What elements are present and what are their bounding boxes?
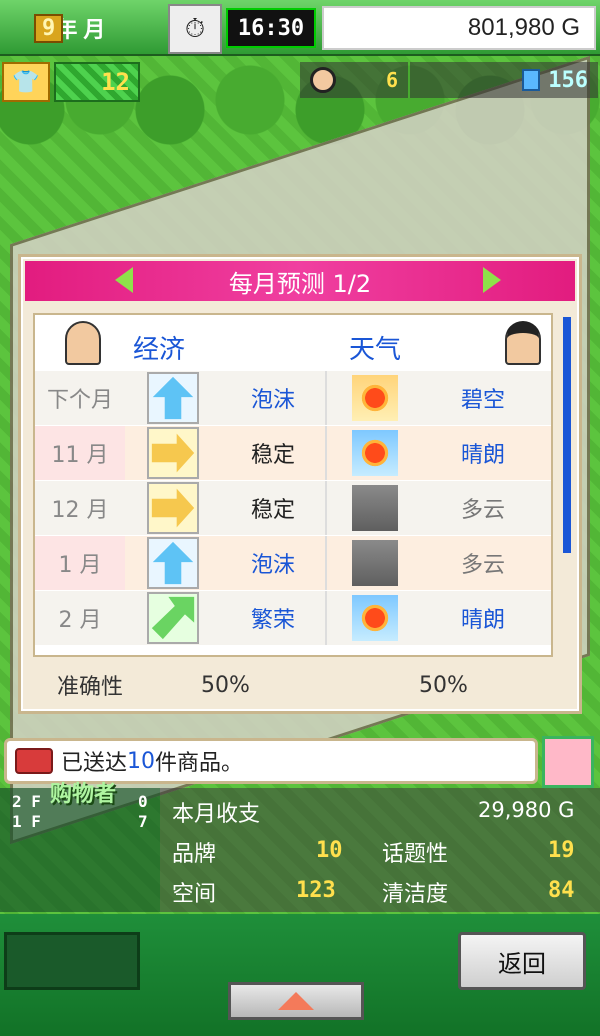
accuracy-row: 准确性 50% 50% xyxy=(21,665,579,705)
notice-suffix: 件商品。 xyxy=(155,751,244,776)
date-display: 1 年 9 月 xyxy=(4,6,164,50)
assistant-girl-icon[interactable] xyxy=(542,736,594,788)
cleanliness-value: 84 xyxy=(548,878,575,903)
weather-icon-cell xyxy=(327,481,423,535)
economy-icon-cell xyxy=(125,371,221,425)
table-row: 下个月 泡沫 碧空 xyxy=(35,371,551,425)
staff-count: 6 xyxy=(385,68,398,92)
month-unit: 月 xyxy=(83,18,106,43)
month-cell: 12 月 xyxy=(51,498,109,523)
table-row: 12 月 稳定 多云 xyxy=(35,481,551,535)
weather-icon-cell xyxy=(327,426,423,480)
cloud-icon xyxy=(352,485,398,531)
weather-icon-cell xyxy=(327,591,423,645)
economy-cell: 稳定 xyxy=(221,426,327,480)
triangle-up-icon xyxy=(278,992,314,1010)
cleanliness-label: 清洁度 xyxy=(382,882,449,907)
space-label: 空间 xyxy=(172,882,217,907)
next-page-arrow-icon[interactable] xyxy=(483,267,501,293)
scrollbar[interactable] xyxy=(563,317,571,553)
floor-2-count: 0 xyxy=(138,792,148,811)
gem-counter: 156 xyxy=(410,62,598,98)
panel-title: 每月预测 1/2 xyxy=(228,269,372,298)
weather-cell: 碧空 xyxy=(460,388,505,413)
staff-face-icon xyxy=(310,67,336,93)
shop-level: 12 xyxy=(54,62,140,102)
month-cell: 2 月 xyxy=(58,608,102,633)
weather-cell: 晴朗 xyxy=(460,608,505,633)
sun-icon xyxy=(352,375,398,421)
economy-cell: 泡沫 xyxy=(221,536,327,590)
month-cell: 1 月 xyxy=(35,536,125,590)
top-bar: 1 年 9 月 ⏱ 16:30 801,980 G xyxy=(0,0,600,56)
stats-panel: 本月收支 29,980 G 品牌 10 话题性 19 空间 123 清洁度 84 xyxy=(160,788,600,912)
floor-2-label: 2 F xyxy=(12,792,41,811)
brand-value: 10 xyxy=(316,838,343,863)
weather-cell: 多云 xyxy=(460,553,505,578)
income-label: 本月收支 xyxy=(172,802,261,827)
panel-header: 每月预测 1/2 xyxy=(25,261,575,301)
sun-icon xyxy=(352,430,398,476)
expand-up-button[interactable] xyxy=(228,982,364,1020)
prev-page-arrow-icon[interactable] xyxy=(115,267,133,293)
table-row: 2 月 繁荣 晴朗 xyxy=(35,591,551,645)
clock-icon: ⏱ xyxy=(168,4,222,54)
economy-header: 经济 xyxy=(133,335,186,365)
notice-prefix: 已送达 xyxy=(61,751,128,776)
table-row: 1 月 泡沫 多云 xyxy=(35,536,551,590)
weatherman-avatar-icon xyxy=(505,321,541,365)
notice-count: 10 xyxy=(127,748,156,774)
shopper-label: 购物者 xyxy=(50,782,117,807)
shirt-icon[interactable]: 👕 xyxy=(2,62,50,102)
arrow-diagonal-icon xyxy=(151,596,195,640)
arrow-right-icon xyxy=(151,488,195,528)
footer-bar: 返回 xyxy=(0,914,600,1036)
staff-counter[interactable]: 6 xyxy=(300,62,408,98)
accuracy-weather: 50% xyxy=(419,672,468,698)
basket-icon xyxy=(15,748,53,774)
month-value: 9 xyxy=(34,13,64,43)
brand-label: 品牌 xyxy=(172,842,217,867)
arrow-right-icon xyxy=(151,433,195,473)
economy-icon-cell xyxy=(125,591,221,645)
economy-icon-cell xyxy=(125,481,221,535)
weather-cell: 晴朗 xyxy=(460,443,505,468)
money-display: 801,980 G xyxy=(322,6,596,50)
month-cell: 下个月 xyxy=(35,371,125,425)
forecast-panel: 每月预测 1/2 经济 天气 下个月 泡沫 碧空 11 月 稳定 晴朗 12 月 xyxy=(18,254,582,714)
accuracy-label: 准确性 xyxy=(57,675,124,700)
forecast-table: 经济 天气 下个月 泡沫 碧空 11 月 稳定 晴朗 12 月 稳定 多云 1 … xyxy=(33,313,553,657)
topic-label: 话题性 xyxy=(382,842,449,867)
time-display: 16:30 xyxy=(226,8,316,48)
accuracy-economy: 50% xyxy=(201,672,250,698)
menu-slot-button[interactable] xyxy=(4,932,140,990)
table-header: 经济 天气 xyxy=(35,315,551,371)
floor-1-count: 7 xyxy=(138,812,148,831)
weather-icon-cell xyxy=(327,371,423,425)
weather-header: 天气 xyxy=(349,335,402,365)
economy-cell: 泡沫 xyxy=(221,371,327,425)
income-value: 29,980 G xyxy=(478,798,575,822)
economy-icon-cell xyxy=(125,426,221,480)
economy-cell: 繁荣 xyxy=(221,591,327,645)
economy-icon-cell xyxy=(125,536,221,590)
floor-1-label: 1 F xyxy=(12,812,41,831)
month-cell: 11 月 xyxy=(35,426,125,480)
gem-icon xyxy=(522,69,541,91)
table-row: 11 月 稳定 晴朗 xyxy=(35,426,551,480)
topic-value: 19 xyxy=(548,838,575,863)
sun-icon xyxy=(352,595,398,641)
space-value: 123 xyxy=(296,878,336,903)
weather-cell: 多云 xyxy=(460,498,505,523)
back-button[interactable]: 返回 xyxy=(458,932,586,990)
arrow-up-icon xyxy=(152,541,194,585)
gem-count: 156 xyxy=(548,67,588,93)
weather-icon-cell xyxy=(327,536,423,590)
economy-cell: 稳定 xyxy=(221,481,327,535)
economist-avatar-icon xyxy=(65,321,101,365)
arrow-up-icon xyxy=(152,376,194,420)
cloud-icon xyxy=(352,540,398,586)
